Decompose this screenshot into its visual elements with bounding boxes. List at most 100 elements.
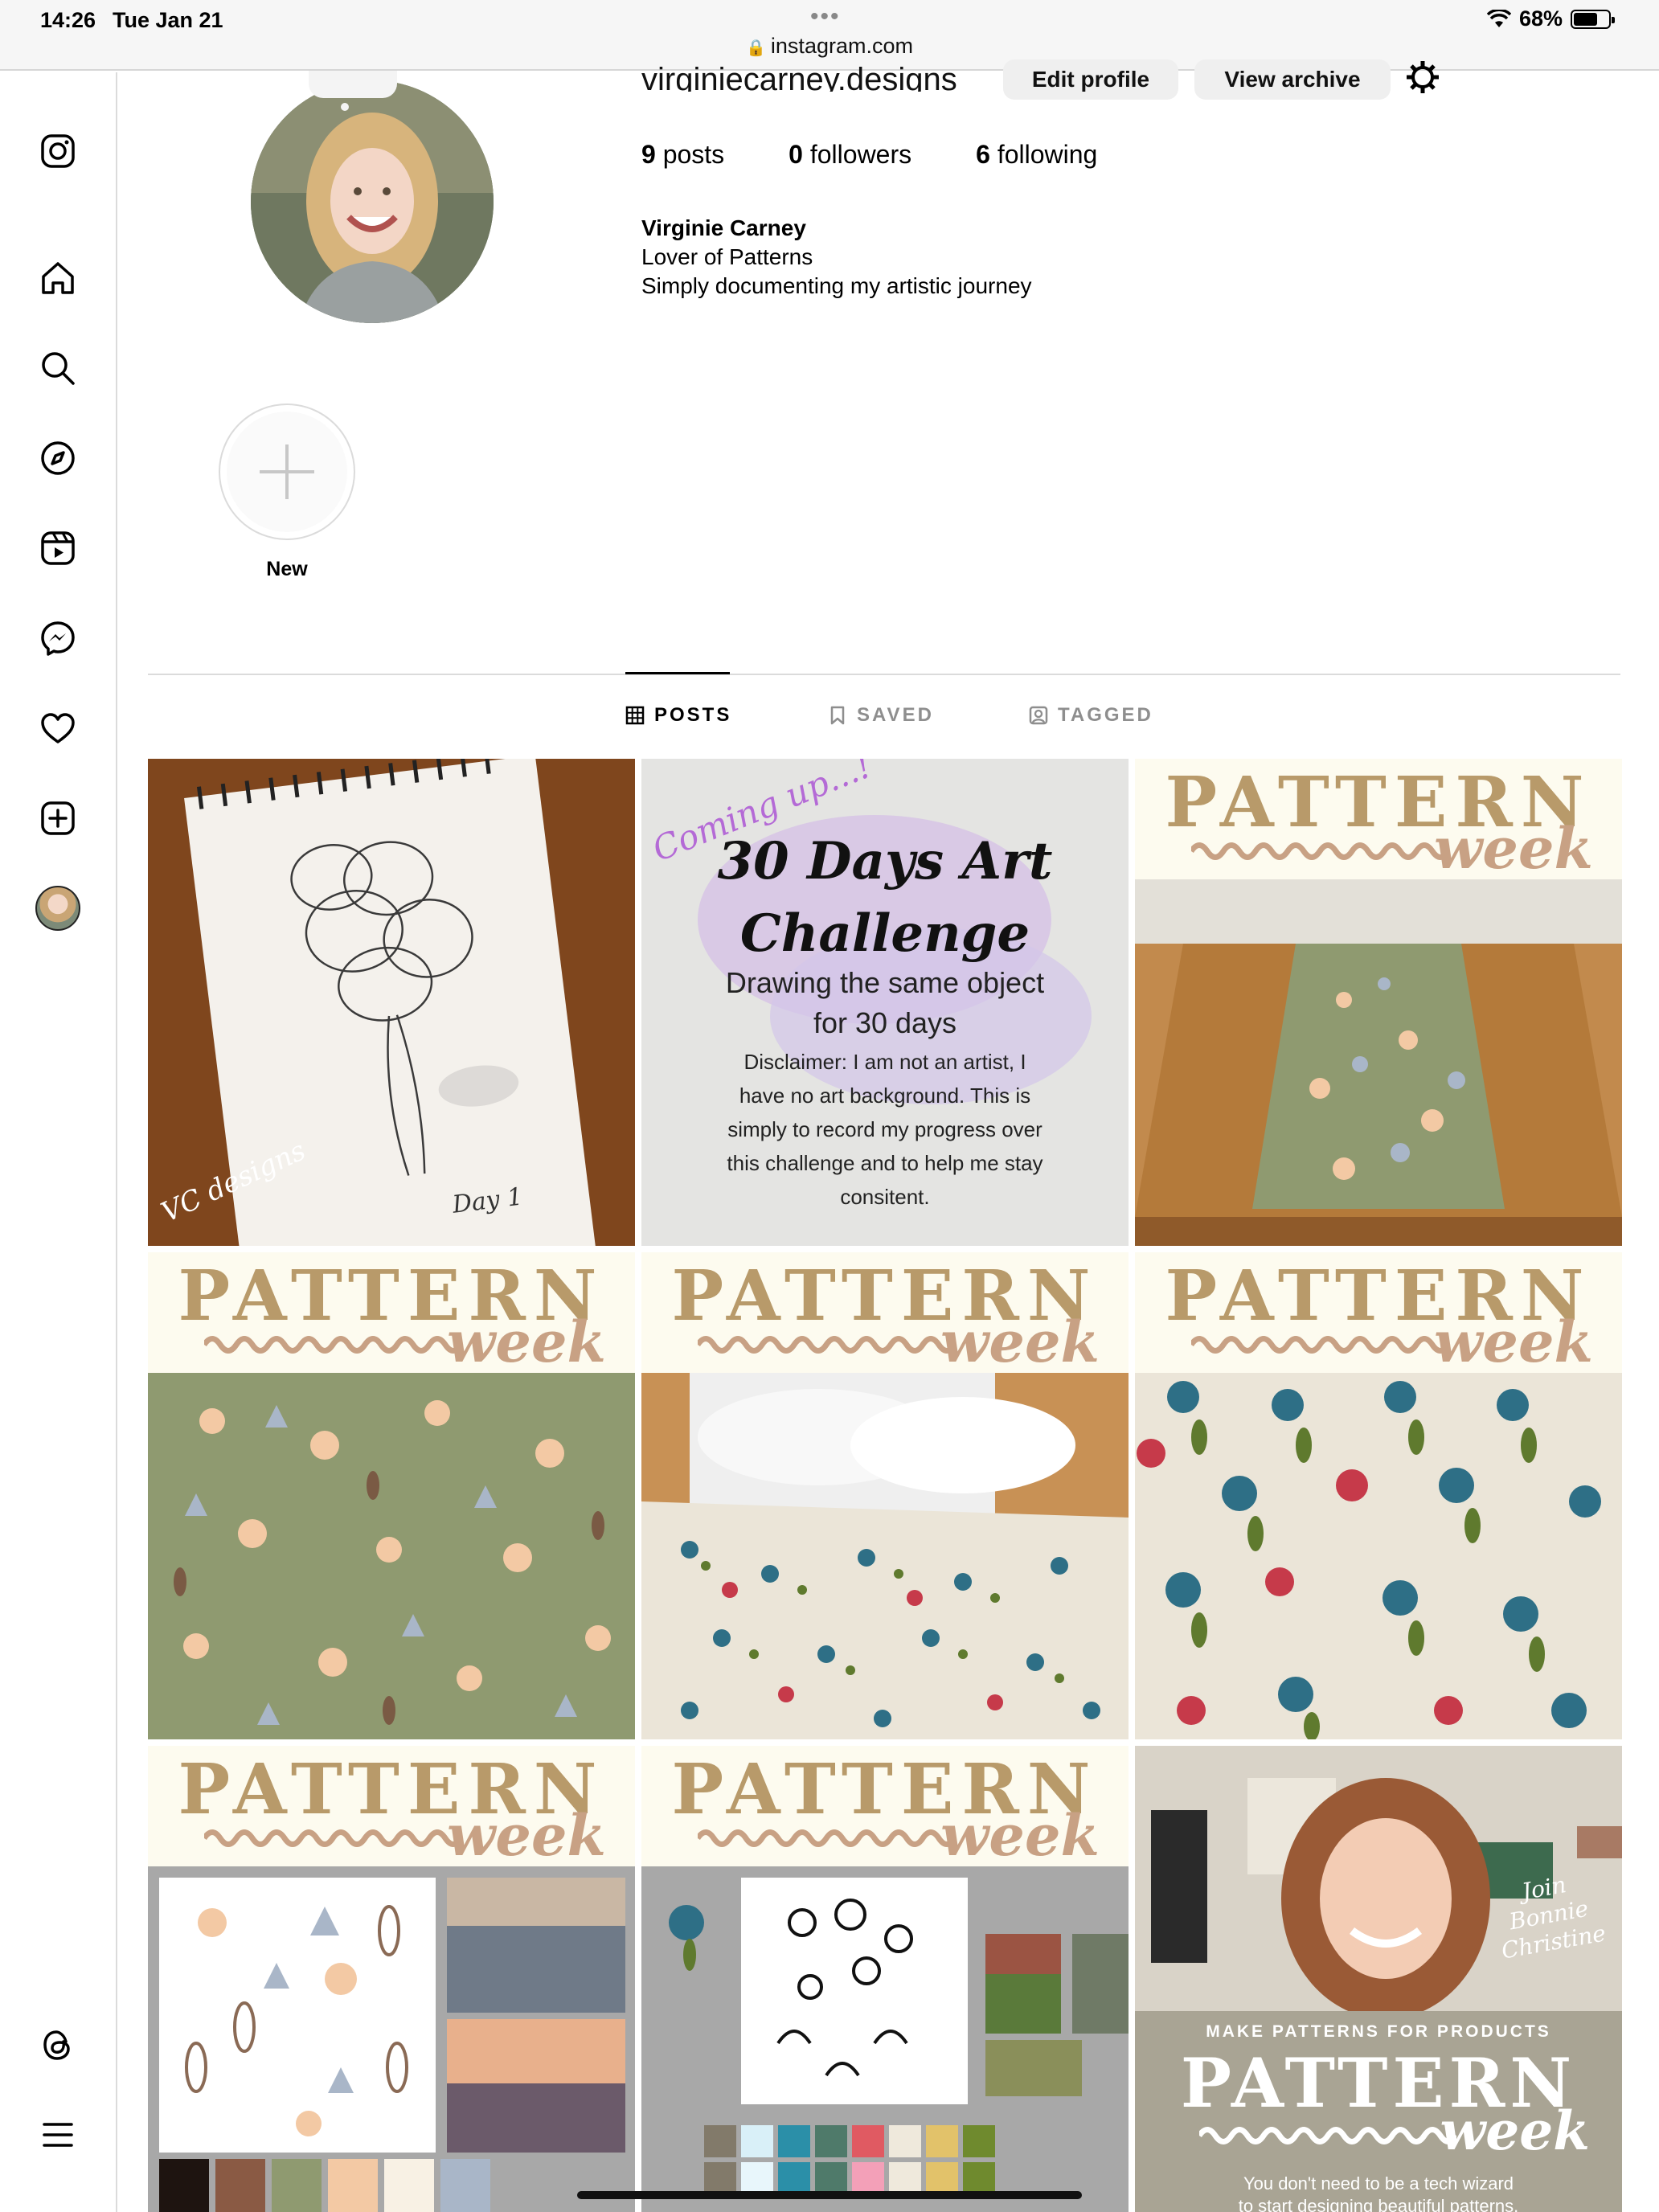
new-highlight-button[interactable] (219, 403, 355, 540)
post-1-sketch-image: VC designs Day 1 (148, 759, 635, 1246)
pattern-week-subtitle: week (940, 1802, 1100, 1869)
posts-count: 9 (641, 140, 656, 169)
bio-line-2: Simply documenting my artistic journey (641, 273, 1032, 298)
post-tile[interactable]: VC designs Day 1 (148, 759, 635, 1246)
post-tile[interactable]: PATTERN week (1135, 759, 1622, 1246)
pattern-week-banner: PATTERN week (148, 1252, 635, 1375)
pattern-week-subtitle: week (447, 1802, 606, 1869)
post-tile[interactable]: PATTERN week (148, 1746, 635, 2212)
view-archive-button[interactable]: View archive (1194, 59, 1391, 100)
tabs-divider (148, 674, 1620, 675)
reels-icon[interactable] (35, 526, 80, 571)
post-2-subtitle-1: Drawing the same object (725, 966, 1045, 999)
wifi-icon (1486, 9, 1511, 27)
messenger-icon[interactable] (35, 616, 80, 661)
settings-gear-icon[interactable] (1405, 59, 1440, 95)
pattern-week-subtitle: week (1434, 1309, 1593, 1375)
pattern-week-banner: PATTERN week (1135, 1252, 1622, 1375)
home-icon[interactable] (35, 256, 80, 301)
followers-stat[interactable]: 0 followers (789, 140, 911, 170)
explore-compass-icon[interactable] (35, 436, 80, 481)
post-2-title-2: Challenge (739, 903, 1030, 964)
post-tile[interactable]: PATTERN week (641, 1746, 1129, 2212)
status-right: 68% (1486, 6, 1615, 31)
post-tile[interactable]: PATTERN week (1135, 1252, 1622, 1739)
pattern-week-subtitle: week (1434, 815, 1593, 882)
active-tab-indicator (625, 672, 730, 674)
bookmark-icon (830, 706, 845, 725)
lock-icon: 🔒 (746, 39, 766, 57)
note-bubble[interactable] (309, 71, 397, 98)
battery-icon (1571, 9, 1615, 29)
post-tile[interactable]: Coming up...! 30 Days Art Challenge Draw… (641, 759, 1129, 1246)
post-2-disclaimer-5: consitent. (840, 1185, 930, 1209)
home-indicator[interactable] (577, 2191, 1082, 2199)
pattern-week-subtitle: week (940, 1309, 1100, 1375)
squiggle-decoration (698, 1829, 955, 1847)
pattern-week-subtitle: week (447, 1309, 606, 1375)
tab-posts[interactable]: POSTS (625, 704, 731, 727)
grid-icon (625, 706, 645, 725)
post-5-bedding-image (641, 1373, 1129, 1739)
pattern-week-banner: PATTERN week (148, 1746, 635, 1869)
post-2-disclaimer-1: Disclaimer: I am not an artist, I (743, 1050, 1026, 1074)
posts-label: posts (662, 140, 725, 169)
tab-tagged-label: TAGGED (1058, 704, 1153, 726)
post-tile[interactable]: PATTERN week (641, 1252, 1129, 1739)
tab-saved[interactable]: SAVED (828, 704, 934, 727)
address-bar[interactable]: 🔒 instagram.com (0, 34, 1659, 59)
squiggle-decoration (204, 1336, 461, 1354)
menu-icon[interactable] (35, 2112, 80, 2157)
left-sidebar (0, 72, 117, 2212)
post-9-make-patterns: MAKE PATTERNS FOR PRODUCTS (1206, 2022, 1551, 2041)
following-count: 6 (976, 140, 990, 169)
create-plus-icon[interactable] (35, 796, 80, 841)
pattern-week-banner: PATTERN week (641, 1746, 1129, 1869)
post-9-tagline-2: to start designing beautiful patterns. (1238, 2196, 1519, 2212)
squiggle-decoration (1191, 842, 1448, 860)
url-text: instagram.com (770, 34, 913, 58)
note-bubble-tail (341, 103, 349, 111)
instagram-logo-icon[interactable] (35, 129, 80, 174)
post-2-title-1: 30 Days Art (717, 831, 1053, 891)
post-2-subtitle-2: for 30 days (813, 1006, 957, 1039)
post-tile[interactable]: Join Bonnie Christine MAKE PATTERNS FOR … (1135, 1746, 1622, 2212)
post-tile[interactable]: · · · · · PATTERN week (148, 1252, 635, 1739)
search-icon[interactable] (35, 346, 80, 391)
threads-icon[interactable] (35, 2022, 80, 2067)
post-2-disclaimer-2: have no art background. This is (739, 1083, 1031, 1108)
new-highlight-label: New (266, 558, 308, 580)
profile-picture[interactable] (251, 80, 494, 323)
post-3-table-runner-image (1135, 879, 1622, 1246)
squiggle-decoration (1191, 1336, 1448, 1354)
new-highlight-inner (227, 412, 347, 532)
squiggle-decoration (204, 1829, 461, 1847)
tab-posts-label: POSTS (654, 704, 732, 726)
post-2-disclaimer-4: this challenge and to help me stay (727, 1151, 1043, 1175)
battery-percent: 68% (1518, 6, 1563, 31)
plus-icon (260, 444, 314, 499)
post-7-moodboard-image (148, 1866, 635, 2212)
post-6-poppy-pattern (1135, 1373, 1622, 1739)
multitasking-dots[interactable]: ••• (810, 3, 841, 31)
profile-stats: 9 posts 0 followers 6 following (641, 140, 1097, 170)
edit-profile-button[interactable]: Edit profile (1003, 59, 1178, 100)
profile-bio: Virginie Carney Lover of Patterns Simply… (641, 214, 1032, 301)
post-4-sage-pattern (148, 1373, 635, 1739)
battery-fill (1574, 12, 1597, 26)
pattern-week-banner: PATTERN week (1135, 759, 1622, 882)
following-label: following (997, 140, 1098, 169)
squiggle-decoration (698, 1336, 955, 1354)
heart-icon[interactable] (35, 706, 80, 751)
following-stat[interactable]: 6 following (976, 140, 1097, 170)
pattern-week-banner: PATTERN week (641, 1252, 1129, 1375)
posts-stat: 9 posts (641, 140, 724, 170)
followers-count: 0 (789, 140, 803, 169)
tab-saved-label: SAVED (857, 704, 934, 726)
status-time: 14:26 (40, 8, 96, 32)
profile-avatar[interactable] (35, 886, 80, 931)
tagged-user-icon (1029, 706, 1048, 725)
tab-tagged[interactable]: TAGGED (1029, 704, 1153, 727)
bio-line-1: Lover of Patterns (641, 244, 813, 269)
bio-name: Virginie Carney (641, 215, 806, 240)
